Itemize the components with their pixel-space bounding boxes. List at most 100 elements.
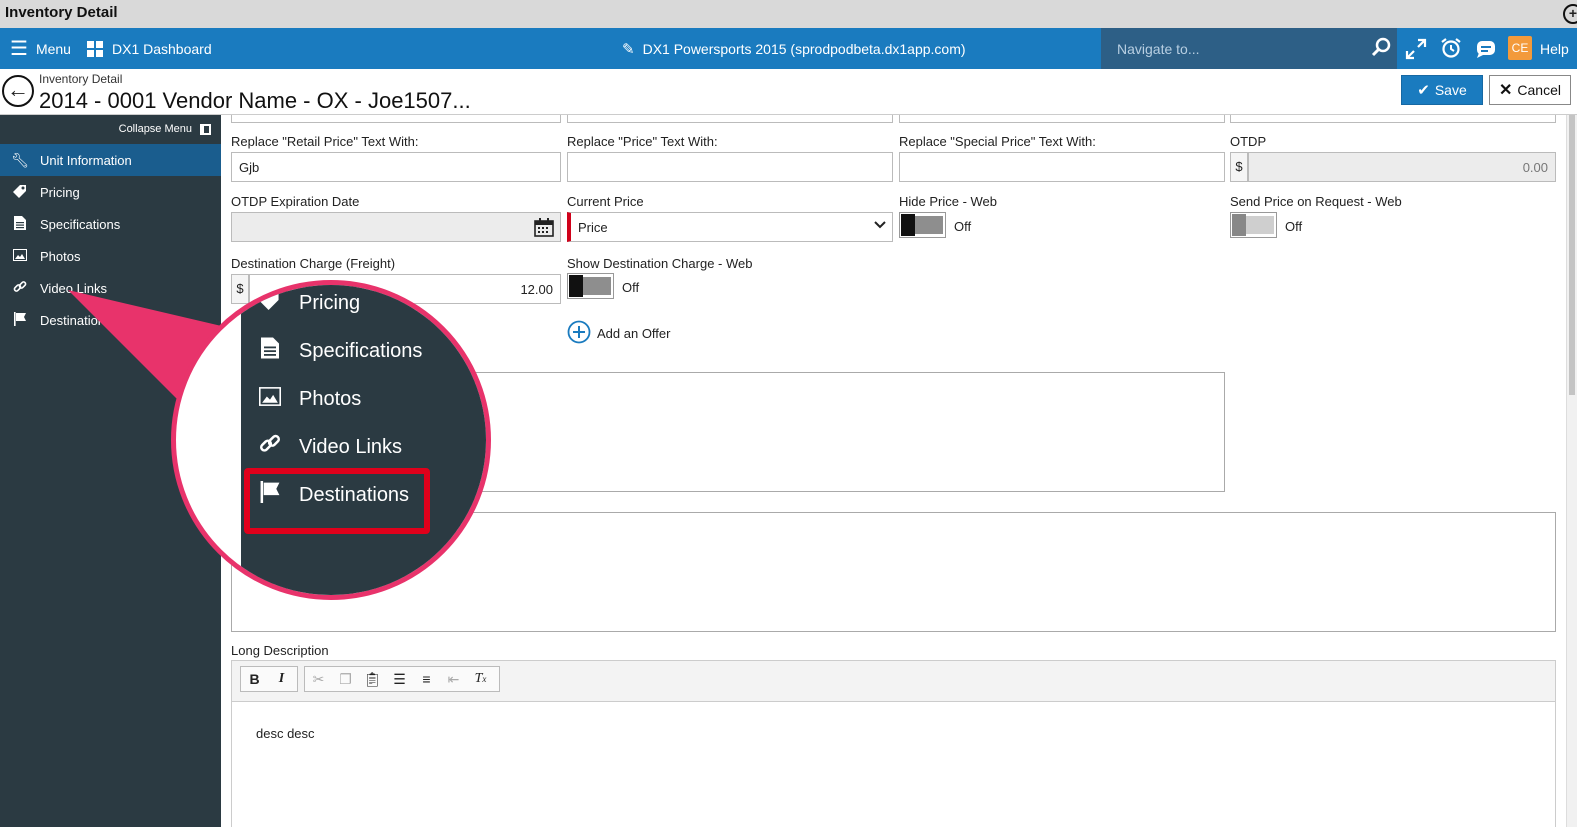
vertical-scrollbar[interactable] [1566,115,1577,827]
special-text-label: Replace "Special Price" Text With: [899,134,1096,149]
photo-icon [0,248,40,264]
sidebar-item-video-links[interactable]: Video Links [0,272,221,304]
send-price-label: Send Price on Request - Web [1230,194,1402,209]
menu-label: Menu [35,40,71,57]
page-title: 2014 - 0001 Vendor Name - OX - Joe1507..… [39,88,471,113]
hide-price-state: Off [954,219,972,234]
scrollbar-thumb[interactable] [1569,115,1575,395]
dashboard-button[interactable]: DX1 Dashboard [87,28,212,69]
special-text-input[interactable] [899,152,1225,182]
chevron-down-icon [874,218,886,234]
otdp-input[interactable]: 0.00 [1248,152,1556,182]
grid-icon [87,40,103,57]
sidebar-item-unit-information[interactable]: 🔧︎ Unit Information [0,144,221,176]
calendar-icon[interactable] [534,218,554,240]
save-label: Save [1434,82,1467,98]
destinations-highlight-box [244,468,430,534]
otdp-label: OTDP [1230,134,1267,149]
destination-charge-label: Destination Charge (Freight) [231,256,396,271]
site-label: DX1 Powersports 2015 (sprodpodbeta.dx1ap… [642,40,966,57]
sidebar-item-destinations[interactable]: Destinations [0,304,221,336]
sidebar-item-pricing[interactable]: Pricing [0,176,221,208]
help-link[interactable]: Help [1540,28,1569,69]
hide-price-label: Hide Price - Web [899,194,998,209]
copy-icon[interactable]: ❐ [332,667,359,691]
italic-icon[interactable]: I [268,667,295,691]
search-icon[interactable] [1371,37,1391,60]
magnified-label: Pricing [299,291,361,314]
flag-icon [0,311,40,329]
sidebar-item-specifications[interactable]: Specifications [0,208,221,240]
document-icon [241,337,299,365]
add-icon[interactable]: + [1563,4,1577,24]
long-description-editor[interactable]: desc desc [231,702,1556,827]
field-cutoff [567,115,893,123]
price-text-input[interactable] [567,152,893,182]
cancel-button[interactable]: ✕ Cancel [1489,75,1571,105]
retail-text-input[interactable]: Gjb [231,152,561,182]
document-icon [0,215,40,233]
user-avatar[interactable]: CE [1508,36,1532,60]
collapse-menu-button[interactable]: Collapse Menu [119,123,211,135]
sidebar-item-label: Unit Information [40,152,132,168]
sidebar-item-label: Destinations [40,312,112,328]
save-button[interactable]: ✔ Save [1401,75,1483,105]
magnified-item-photos: Photos [241,379,361,419]
magnifier-callout: Pricing Specifications Photos Video Link… [171,280,491,600]
chat-icon[interactable] [1475,38,1497,63]
cut-icon[interactable]: ✂ [305,667,332,691]
dashboard-label: DX1 Dashboard [112,40,212,57]
pencil-icon: ✎ [622,40,635,58]
bold-icon[interactable]: B [241,667,268,691]
breadcrumb: Inventory Detail [39,72,123,86]
bullet-list-icon[interactable]: ☰ [386,667,413,691]
current-price-select[interactable]: Price [567,212,893,242]
long-description-text: desc desc [256,726,315,741]
tag-icon [241,290,299,316]
field-cutoff [231,115,561,123]
paste-icon[interactable]: 📋︎ [359,667,386,691]
site-selector[interactable]: ✎ DX1 Powersports 2015 (sprodpodbeta.dx1… [622,28,966,69]
hide-price-toggle[interactable] [899,212,946,238]
cancel-label: Cancel [1517,82,1561,98]
wrench-icon: 🔧︎ [11,151,29,168]
magnified-item-pricing: Pricing [241,285,361,323]
show-destination-toggle[interactable] [567,273,614,299]
numbered-list-icon[interactable]: ≡ [413,667,440,691]
add-offer-label: Add an Offer [597,326,671,341]
close-icon: ✕ [1499,82,1513,99]
sidebar-item-label: Photos [40,248,81,264]
sidebar-item-label: Video Links [40,280,107,296]
send-price-toggle[interactable] [1230,212,1277,238]
field-cutoff [899,115,1225,123]
field-cutoff [1230,115,1556,123]
otdp-currency: $ [1230,152,1248,182]
tag-icon [0,184,40,201]
checkmark-icon: ✔ [1417,82,1430,99]
clear-format-icon[interactable]: Tx [467,667,494,691]
link-icon [0,280,40,297]
current-price-value: Price [578,219,608,235]
back-arrow-icon[interactable]: ← [2,75,34,107]
fullscreen-icon[interactable] [1405,38,1427,63]
format-group: B I [240,666,298,692]
retail-text-label: Replace "Retail Price" Text With: [231,134,419,149]
outdent-icon[interactable]: ⇤ [440,667,467,691]
navigate-input[interactable] [1101,28,1361,69]
editor-toolbar: B I ✂ ❐ 📋︎ ☰ ≡ ⇤ Tx [231,660,1556,702]
magnified-label: Video Links [299,435,403,458]
send-price-state: Off [1285,219,1303,234]
otdp-expiration-input[interactable] [231,212,561,242]
show-destination-label: Show Destination Charge - Web [567,256,753,271]
alarm-icon[interactable] [1440,37,1462,62]
otdp-expiration-label: OTDP Expiration Date [231,194,360,209]
magnified-sidebar: Pricing Specifications Photos Video Link… [241,285,486,595]
sidebar-item-label: Pricing [40,184,80,200]
add-offer-button[interactable]: Add an Offer [567,320,670,347]
menu-button[interactable]: ☰ Menu [10,28,71,69]
link-icon [241,433,299,461]
navigate-search [1101,28,1397,69]
sidebar-item-photos[interactable]: Photos [0,240,221,272]
show-destination-state: Off [622,280,640,295]
price-text-label: Replace "Price" Text With: [567,134,718,149]
